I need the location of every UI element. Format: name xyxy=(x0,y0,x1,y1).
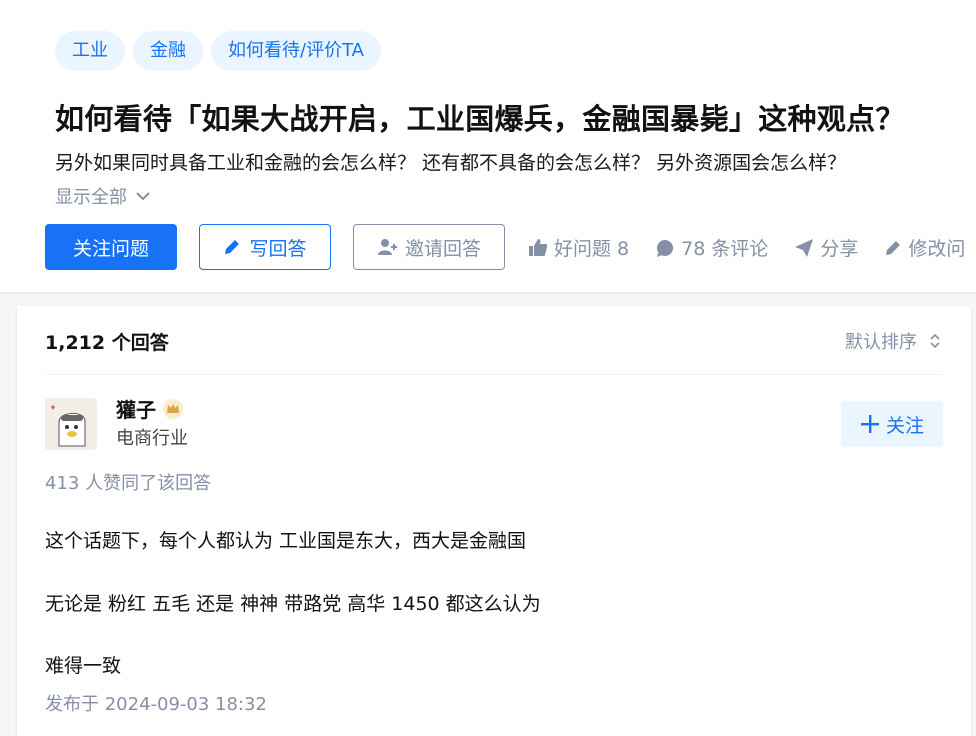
answer-paragraph: 无论是 粉红 五毛 还是 神神 带路党 高华 1450 都这么认为 xyxy=(45,593,541,615)
publish-time[interactable]: 发布于 2024-09-03 18:32 xyxy=(45,690,267,716)
paper-plane-icon xyxy=(795,238,814,257)
show-all-button[interactable]: 显示全部 xyxy=(55,183,151,209)
follow-question-button[interactable]: 关注问题 xyxy=(45,224,177,270)
comments-button[interactable]: 78 条评论 xyxy=(655,234,768,261)
comments-label: 78 条评论 xyxy=(681,238,769,260)
chevron-down-icon xyxy=(136,192,150,201)
comment-icon xyxy=(657,239,674,257)
edit-question-label: 修改问 xyxy=(908,238,966,260)
answer-list: 1,212 个回答 默认排序 獾子 电商行业 关注 413 人赞同了该回答 这个… xyxy=(17,306,971,736)
author-name[interactable]: 獾子 xyxy=(116,394,184,423)
share-label: 分享 xyxy=(820,238,859,260)
share-button[interactable]: 分享 xyxy=(794,234,858,261)
pencil-icon xyxy=(225,240,240,254)
topic-tag[interactable]: 如何看待/评价TA xyxy=(211,31,381,71)
show-all-label: 显示全部 xyxy=(55,187,127,208)
answer-paragraph: 这个话题下，每个人都认为 工业国是东大，西大是金融国 xyxy=(45,530,527,552)
vote-count: 413 人赞同了该回答 xyxy=(45,473,212,494)
pencil-icon xyxy=(886,240,901,255)
sort-label: 默认排序 xyxy=(845,332,917,353)
divider xyxy=(45,374,943,375)
plus-icon xyxy=(860,415,879,433)
write-answer-button[interactable]: 写回答 xyxy=(199,224,331,270)
edit-question-button[interactable]: 修改问 xyxy=(884,234,965,261)
author-headline: 电商行业 xyxy=(116,428,188,449)
good-question-label: 好问题 8 xyxy=(554,238,630,260)
answer-paragraph: 难得一致 xyxy=(45,655,122,677)
thumbs-up-icon xyxy=(529,238,547,256)
good-question-button[interactable]: 好问题 8 xyxy=(528,234,629,261)
avatar[interactable] xyxy=(45,398,97,450)
topic-tags: 工业 金融 如何看待/评价TA xyxy=(55,31,381,71)
invite-answer-label: 邀请回答 xyxy=(404,237,481,260)
follow-author-button[interactable]: 关注 xyxy=(841,401,943,447)
question-title: 如何看待「如果大战开启，工业国爆兵，金融国暴毙」这种观点？ xyxy=(55,102,905,136)
author-name-text: 獾子 xyxy=(116,398,156,422)
follow-question-label: 关注问题 xyxy=(72,237,149,260)
follow-author-label: 关注 xyxy=(885,414,924,437)
sort-dropdown[interactable]: 默认排序 xyxy=(845,328,941,354)
write-answer-label: 写回答 xyxy=(249,237,307,260)
question-header: 工业 金融 如何看待/评价TA 如何看待「如果大战开启，工业国爆兵，金融国暴毙」… xyxy=(0,0,976,292)
question-detail: 另外如果同时具备工业和金融的会怎么样？ 还有都不具备的会怎么样？ 另外资源国会怎… xyxy=(55,152,847,174)
crown-badge-icon xyxy=(163,398,183,419)
topic-tag[interactable]: 工业 xyxy=(55,31,125,71)
sort-chevrons-icon xyxy=(930,333,940,349)
avatar-image xyxy=(45,398,97,450)
question-actions: 好问题 8 78 条评论 分享 修改问 xyxy=(528,234,965,261)
invite-user-icon xyxy=(377,239,397,255)
answer-count: 1,212 个回答 xyxy=(45,332,169,354)
topic-tag[interactable]: 金融 xyxy=(133,31,203,71)
invite-answer-button[interactable]: 邀请回答 xyxy=(353,224,505,270)
